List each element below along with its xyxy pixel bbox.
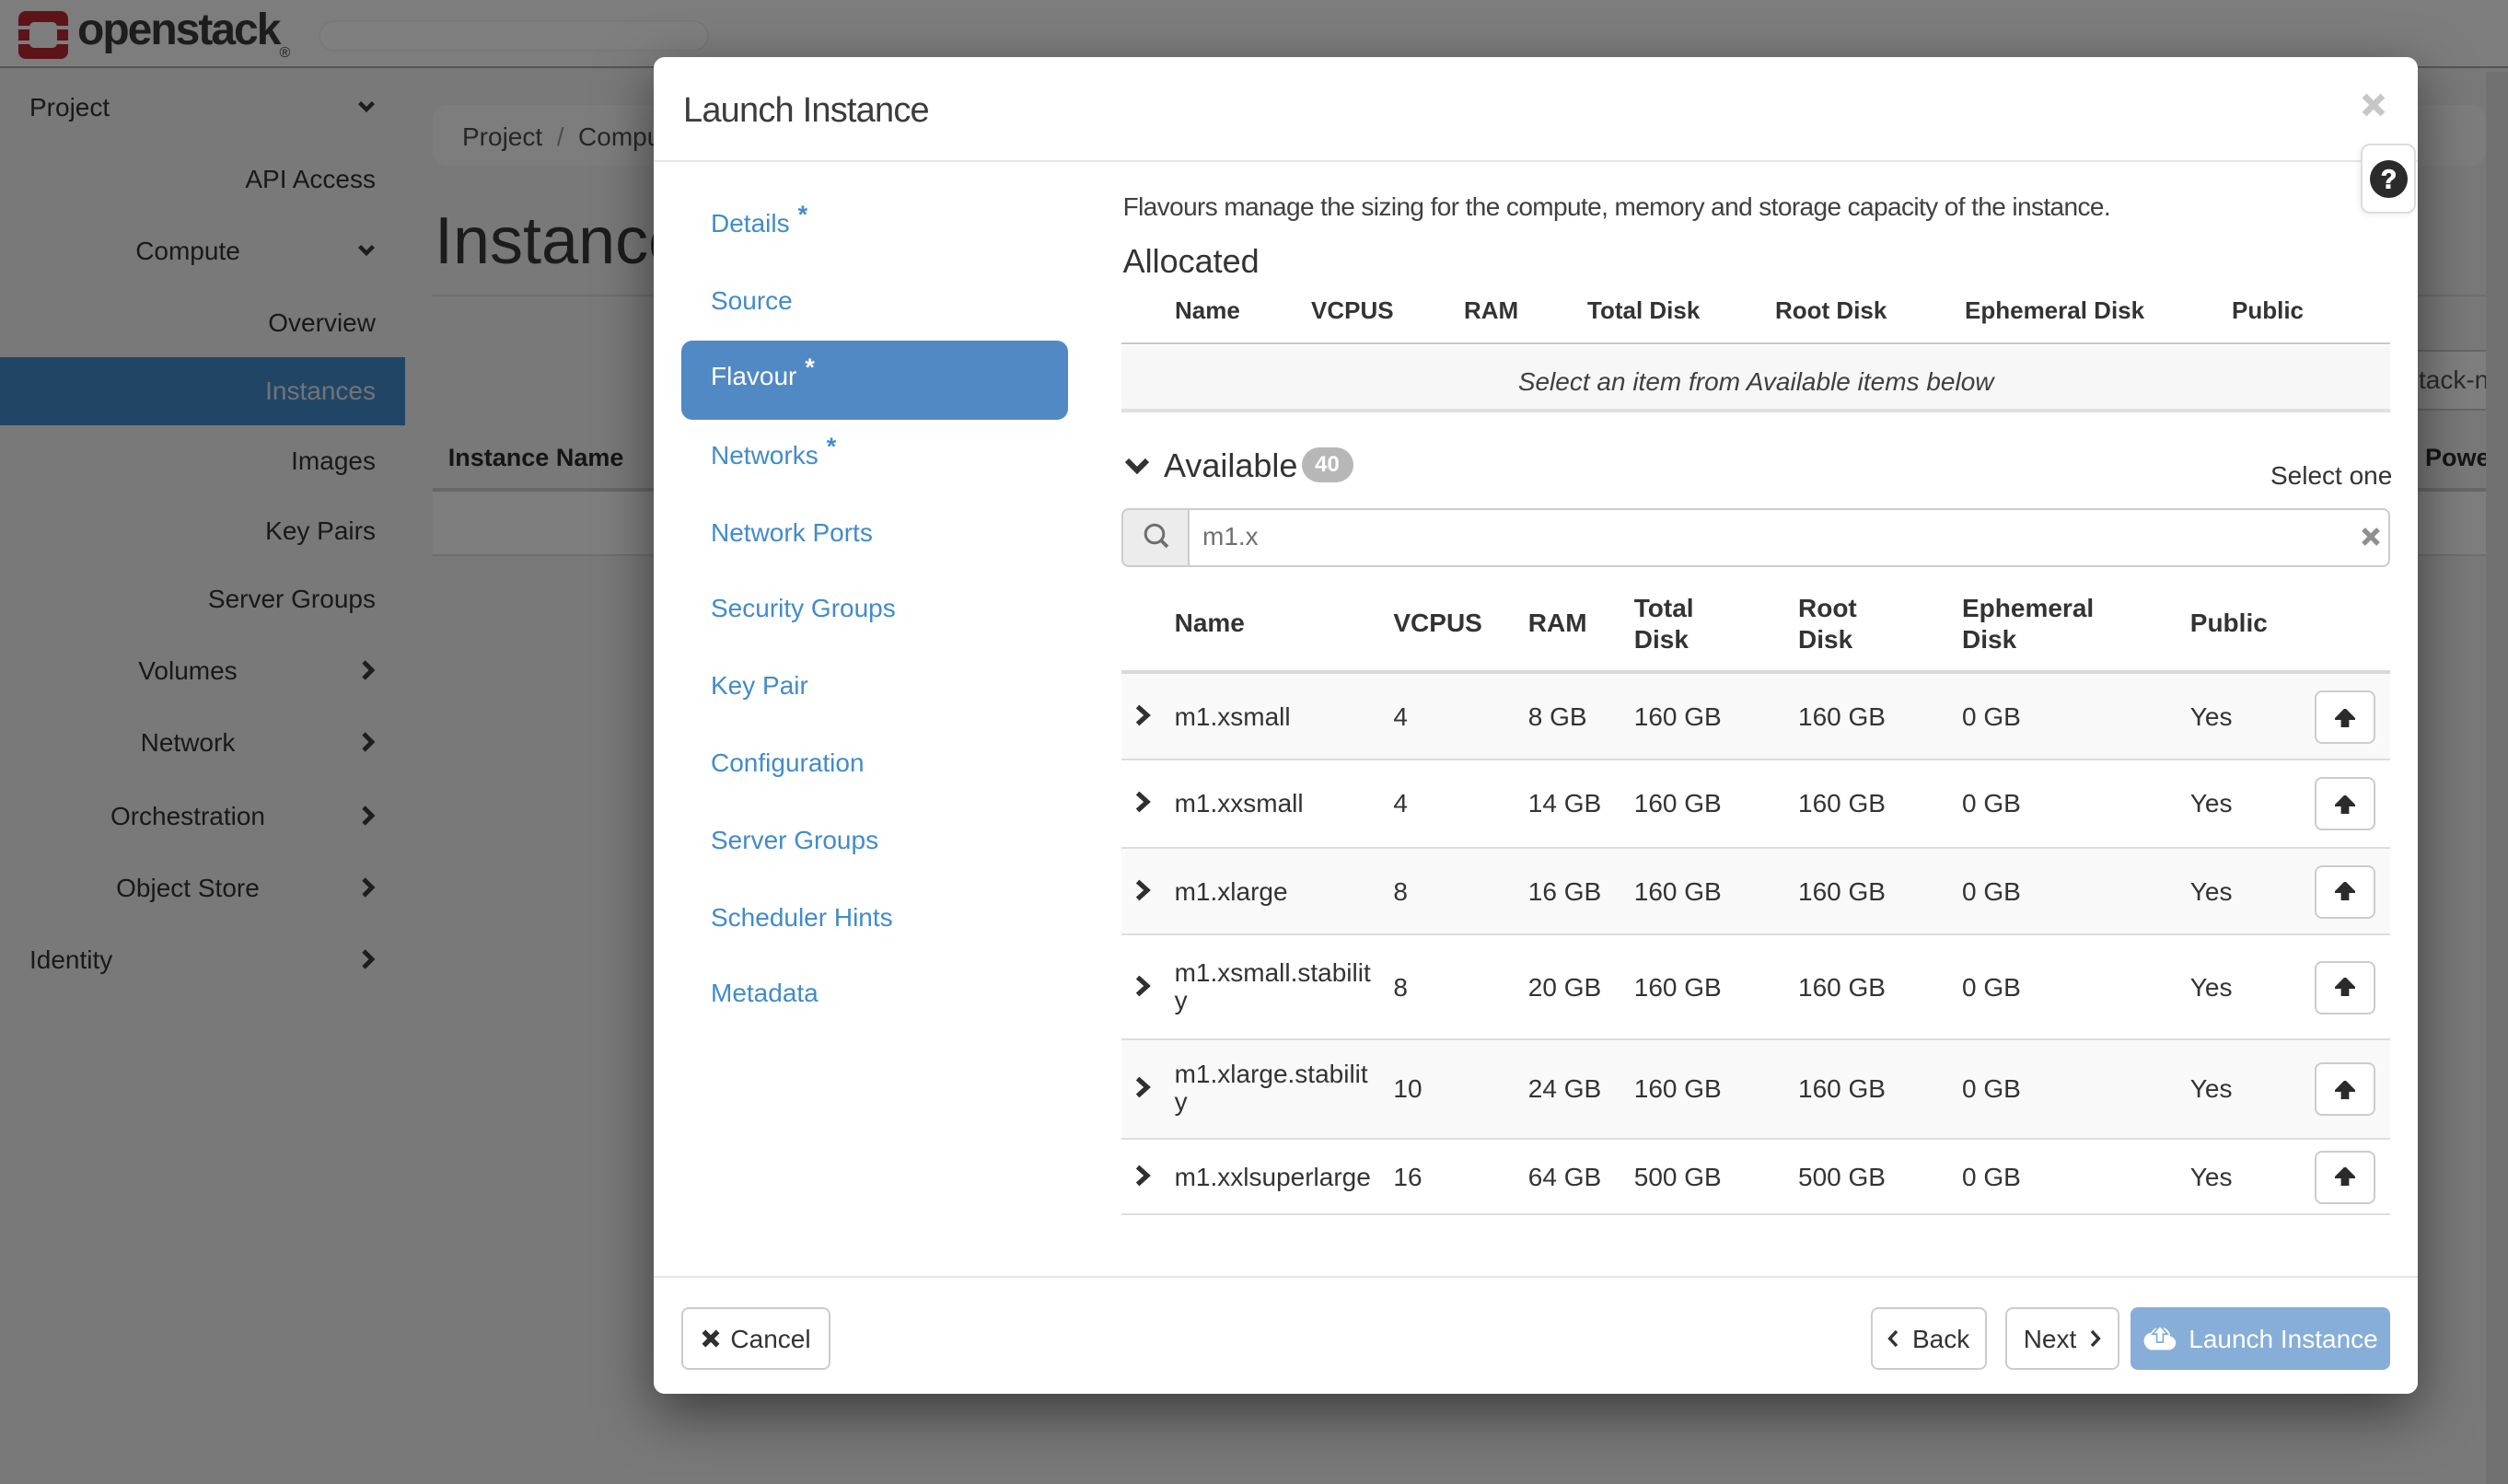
svg-text:?: ? <box>2381 164 2397 193</box>
